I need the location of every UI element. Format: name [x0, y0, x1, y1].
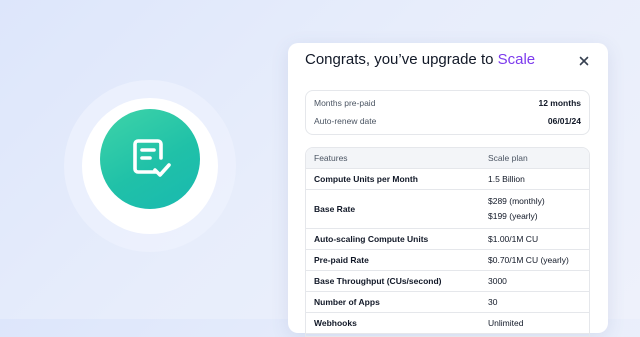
feature-name: Compute Units per Month — [314, 174, 418, 184]
table-row: Compute Units per Month 1.5 Billion — [306, 169, 589, 190]
feature-value-monthly: $289 (monthly) — [488, 196, 545, 206]
summary-label: Auto-renew date — [314, 116, 377, 126]
feature-value: 30 — [488, 296, 498, 307]
upgrade-dialog: Congrats, you’ve upgrade to Scale Months… — [288, 43, 608, 337]
document-check-icon — [133, 139, 171, 177]
feature-name: Number of Apps — [314, 297, 380, 307]
plan-name: Scale — [497, 51, 536, 68]
table-row: Base Rate $289 (monthly) $199 (yearly) — [306, 190, 589, 229]
feature-name: Pre-paid Rate — [314, 255, 369, 265]
upgrade-badge — [100, 109, 200, 209]
close-icon — [579, 56, 589, 66]
feature-value: $1.00/1M CU — [488, 233, 539, 244]
summary-label: Months pre-paid — [314, 98, 376, 108]
feature-name: Base Throughput (CUs/second) — [314, 276, 442, 286]
dialog-title-text: Congrats, you’ve upgrade to — [305, 51, 494, 68]
table-row: Number of Apps 30 — [306, 292, 589, 313]
feature-name: Auto-scaling Compute Units — [314, 234, 429, 244]
table-row: Webhooks Unlimited — [306, 313, 589, 334]
feature-value: $0.70/1M CU (yearly) — [488, 254, 569, 265]
summary-value: 12 months — [538, 98, 581, 108]
summary-row-renew: Auto-renew date 06/01/24 — [314, 113, 581, 129]
features-table: Features Scale plan Compute Units per Mo… — [305, 147, 590, 337]
header-plan: Scale plan — [488, 152, 528, 163]
dialog-title: Congrats, you’ve upgrade to Scale — [305, 52, 535, 68]
table-row: Pre-paid Rate $0.70/1M CU (yearly) — [306, 250, 589, 271]
feature-name: Webhooks — [314, 318, 357, 328]
feature-name: Base Rate — [314, 204, 356, 214]
feature-value: $289 (monthly) $199 (yearly) — [488, 194, 589, 224]
close-button[interactable] — [574, 51, 594, 71]
summary-value: 06/01/24 — [547, 116, 581, 126]
table-row: Auto-scaling Compute Units $1.00/1M CU — [306, 229, 589, 250]
subscription-summary: Months pre-paid 12 months Auto-renew dat… — [305, 90, 590, 135]
summary-row-months: Months pre-paid 12 months — [314, 95, 581, 111]
table-row: Base Throughput (CUs/second) 3000 — [306, 271, 589, 292]
table-header: Features Scale plan — [306, 148, 589, 169]
feature-value: Unlimited — [488, 317, 524, 328]
feature-value-yearly: $199 (yearly) — [488, 211, 538, 221]
feature-value: 3000 — [488, 275, 507, 286]
feature-value: 1.5 Billion — [488, 173, 525, 184]
header-features: Features — [314, 153, 348, 163]
